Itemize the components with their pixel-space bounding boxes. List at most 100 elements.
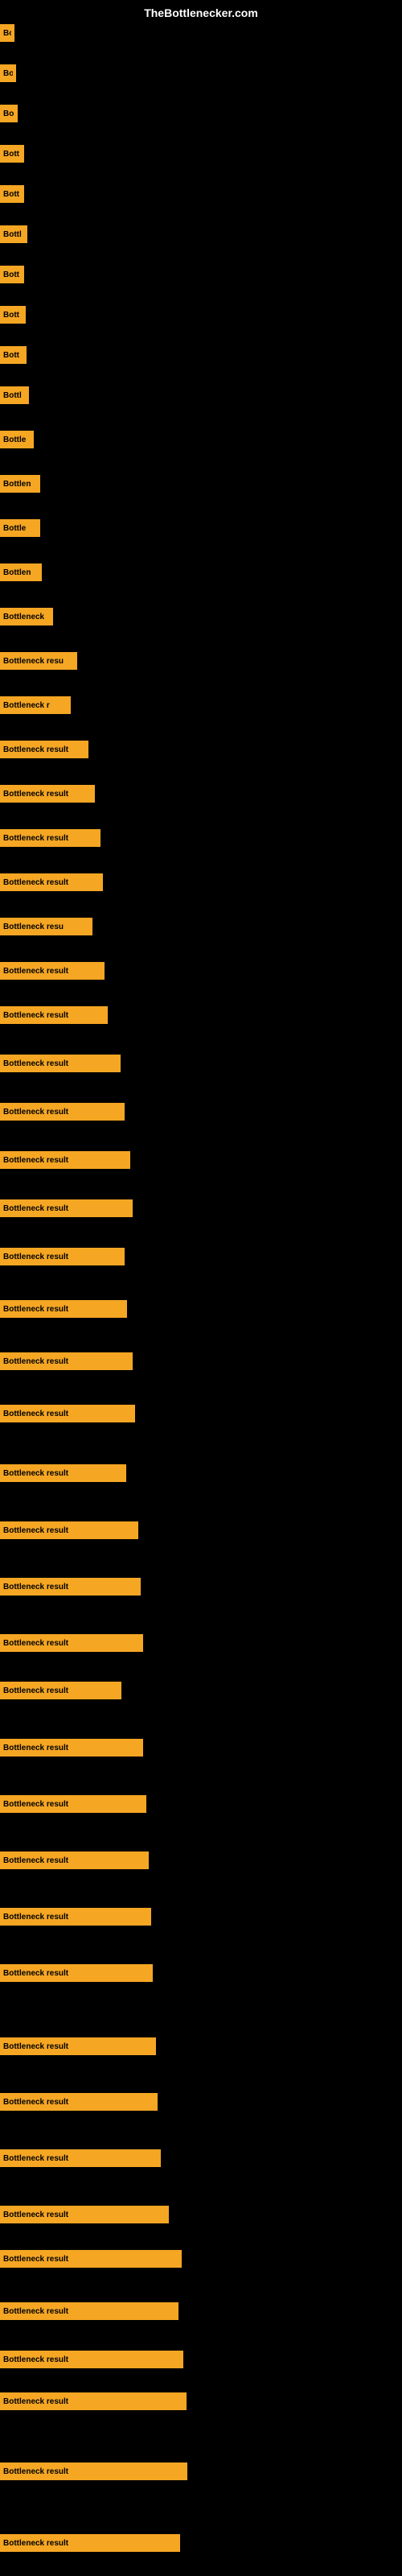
bar-item-19: Bottleneck result [0, 785, 95, 803]
bar-item-49: Bottleneck result [0, 2351, 183, 2368]
bar-item-51: Bottleneck result [0, 2462, 187, 2480]
bar-item-4: Bott [0, 145, 24, 163]
bar-item-42: Bottleneck result [0, 1964, 153, 1982]
bar-label-25: Bottleneck result [3, 1059, 68, 1068]
bar-label-2: Bo [3, 69, 13, 78]
bar-label-14: Bottlen [3, 568, 31, 577]
bar-item-3: Bo [0, 105, 18, 122]
bar-label-36: Bottleneck result [3, 1639, 68, 1648]
bar-label-16: Bottleneck resu [3, 657, 64, 666]
bar-label-10: Bottl [3, 391, 22, 400]
bar-label-28: Bottleneck result [3, 1204, 68, 1213]
bar-item-47: Bottleneck result [0, 2250, 182, 2268]
bar-item-2: Bo [0, 64, 16, 82]
bar-item-48: Bottleneck result [0, 2302, 178, 2320]
bar-item-26: Bottleneck result [0, 1103, 125, 1121]
bar-label-35: Bottleneck result [3, 1583, 68, 1591]
bar-label-1: Bo [3, 29, 11, 38]
bar-label-18: Bottleneck result [3, 745, 68, 754]
bar-item-15: Bottleneck [0, 608, 53, 625]
bar-item-52: Bottleneck result [0, 2534, 180, 2552]
bar-item-24: Bottleneck result [0, 1006, 108, 1024]
bar-item-41: Bottleneck result [0, 1908, 151, 1926]
bar-label-32: Bottleneck result [3, 1410, 68, 1418]
bar-item-22: Bottleneck resu [0, 918, 92, 935]
bar-label-27: Bottleneck result [3, 1156, 68, 1165]
bar-label-26: Bottleneck result [3, 1108, 68, 1117]
bar-label-30: Bottleneck result [3, 1305, 68, 1314]
bar-item-8: Bott [0, 306, 26, 324]
bar-item-6: Bottl [0, 225, 27, 243]
bar-label-38: Bottleneck result [3, 1744, 68, 1752]
bar-item-12: Bottlen [0, 475, 40, 493]
bar-label-29: Bottleneck result [3, 1253, 68, 1261]
bar-label-21: Bottleneck result [3, 878, 68, 887]
bar-label-48: Bottleneck result [3, 2307, 68, 2316]
bar-item-35: Bottleneck result [0, 1578, 141, 1596]
bar-label-33: Bottleneck result [3, 1469, 68, 1478]
bar-label-50: Bottleneck result [3, 2397, 68, 2406]
bar-item-30: Bottleneck result [0, 1300, 127, 1318]
bar-item-43: Bottleneck result [0, 2037, 156, 2055]
bar-label-51: Bottleneck result [3, 2467, 68, 2476]
bar-item-14: Bottlen [0, 564, 42, 581]
bar-item-13: Bottle [0, 519, 40, 537]
bar-label-5: Bott [3, 190, 19, 199]
bar-label-19: Bottleneck result [3, 790, 68, 799]
bar-item-45: Bottleneck result [0, 2149, 161, 2167]
bar-label-23: Bottleneck result [3, 967, 68, 976]
site-title: TheBottlenecker.com [144, 6, 258, 19]
bar-label-37: Bottleneck result [3, 1686, 68, 1695]
bar-label-7: Bott [3, 270, 19, 279]
bar-label-47: Bottleneck result [3, 2255, 68, 2264]
bar-item-17: Bottleneck r [0, 696, 71, 714]
bar-label-44: Bottleneck result [3, 2098, 68, 2107]
bar-label-46: Bottleneck result [3, 2211, 68, 2219]
bar-item-32: Bottleneck result [0, 1405, 135, 1422]
bar-item-25: Bottleneck result [0, 1055, 121, 1072]
bar-item-29: Bottleneck result [0, 1248, 125, 1265]
bar-item-16: Bottleneck resu [0, 652, 77, 670]
bar-label-12: Bottlen [3, 480, 31, 489]
bar-label-4: Bott [3, 150, 19, 159]
bar-item-11: Bottle [0, 431, 34, 448]
bar-item-20: Bottleneck result [0, 829, 100, 847]
bar-label-45: Bottleneck result [3, 2154, 68, 2163]
bar-label-52: Bottleneck result [3, 2539, 68, 2548]
bar-label-49: Bottleneck result [3, 2355, 68, 2364]
bar-item-44: Bottleneck result [0, 2093, 158, 2111]
bar-label-6: Bottl [3, 230, 22, 239]
bar-item-38: Bottleneck result [0, 1739, 143, 1757]
bar-item-40: Bottleneck result [0, 1852, 149, 1869]
bar-item-21: Bottleneck result [0, 873, 103, 891]
bar-label-3: Bo [3, 109, 14, 118]
bar-item-39: Bottleneck result [0, 1795, 146, 1813]
bar-item-36: Bottleneck result [0, 1634, 143, 1652]
bar-label-31: Bottleneck result [3, 1357, 68, 1366]
bar-item-28: Bottleneck result [0, 1199, 133, 1217]
bar-label-15: Bottleneck [3, 613, 44, 621]
bar-item-33: Bottleneck result [0, 1464, 126, 1482]
bar-label-17: Bottleneck r [3, 701, 50, 710]
bar-label-40: Bottleneck result [3, 1856, 68, 1865]
bar-item-27: Bottleneck result [0, 1151, 130, 1169]
bar-label-11: Bottle [3, 436, 26, 444]
bar-label-39: Bottleneck result [3, 1800, 68, 1809]
bar-label-41: Bottleneck result [3, 1913, 68, 1922]
bar-label-34: Bottleneck result [3, 1526, 68, 1535]
bar-label-13: Bottle [3, 524, 26, 533]
bar-item-23: Bottleneck result [0, 962, 105, 980]
bar-item-7: Bott [0, 266, 24, 283]
bar-item-46: Bottleneck result [0, 2206, 169, 2223]
bar-label-24: Bottleneck result [3, 1011, 68, 1020]
bar-label-22: Bottleneck resu [3, 923, 64, 931]
bar-item-1: Bo [0, 24, 14, 42]
bar-item-31: Bottleneck result [0, 1352, 133, 1370]
bar-label-20: Bottleneck result [3, 834, 68, 843]
bar-item-5: Bott [0, 185, 24, 203]
bar-item-10: Bottl [0, 386, 29, 404]
bar-label-42: Bottleneck result [3, 1969, 68, 1978]
bar-item-37: Bottleneck result [0, 1682, 121, 1699]
bar-item-50: Bottleneck result [0, 2392, 187, 2410]
bar-label-9: Bott [3, 351, 19, 360]
